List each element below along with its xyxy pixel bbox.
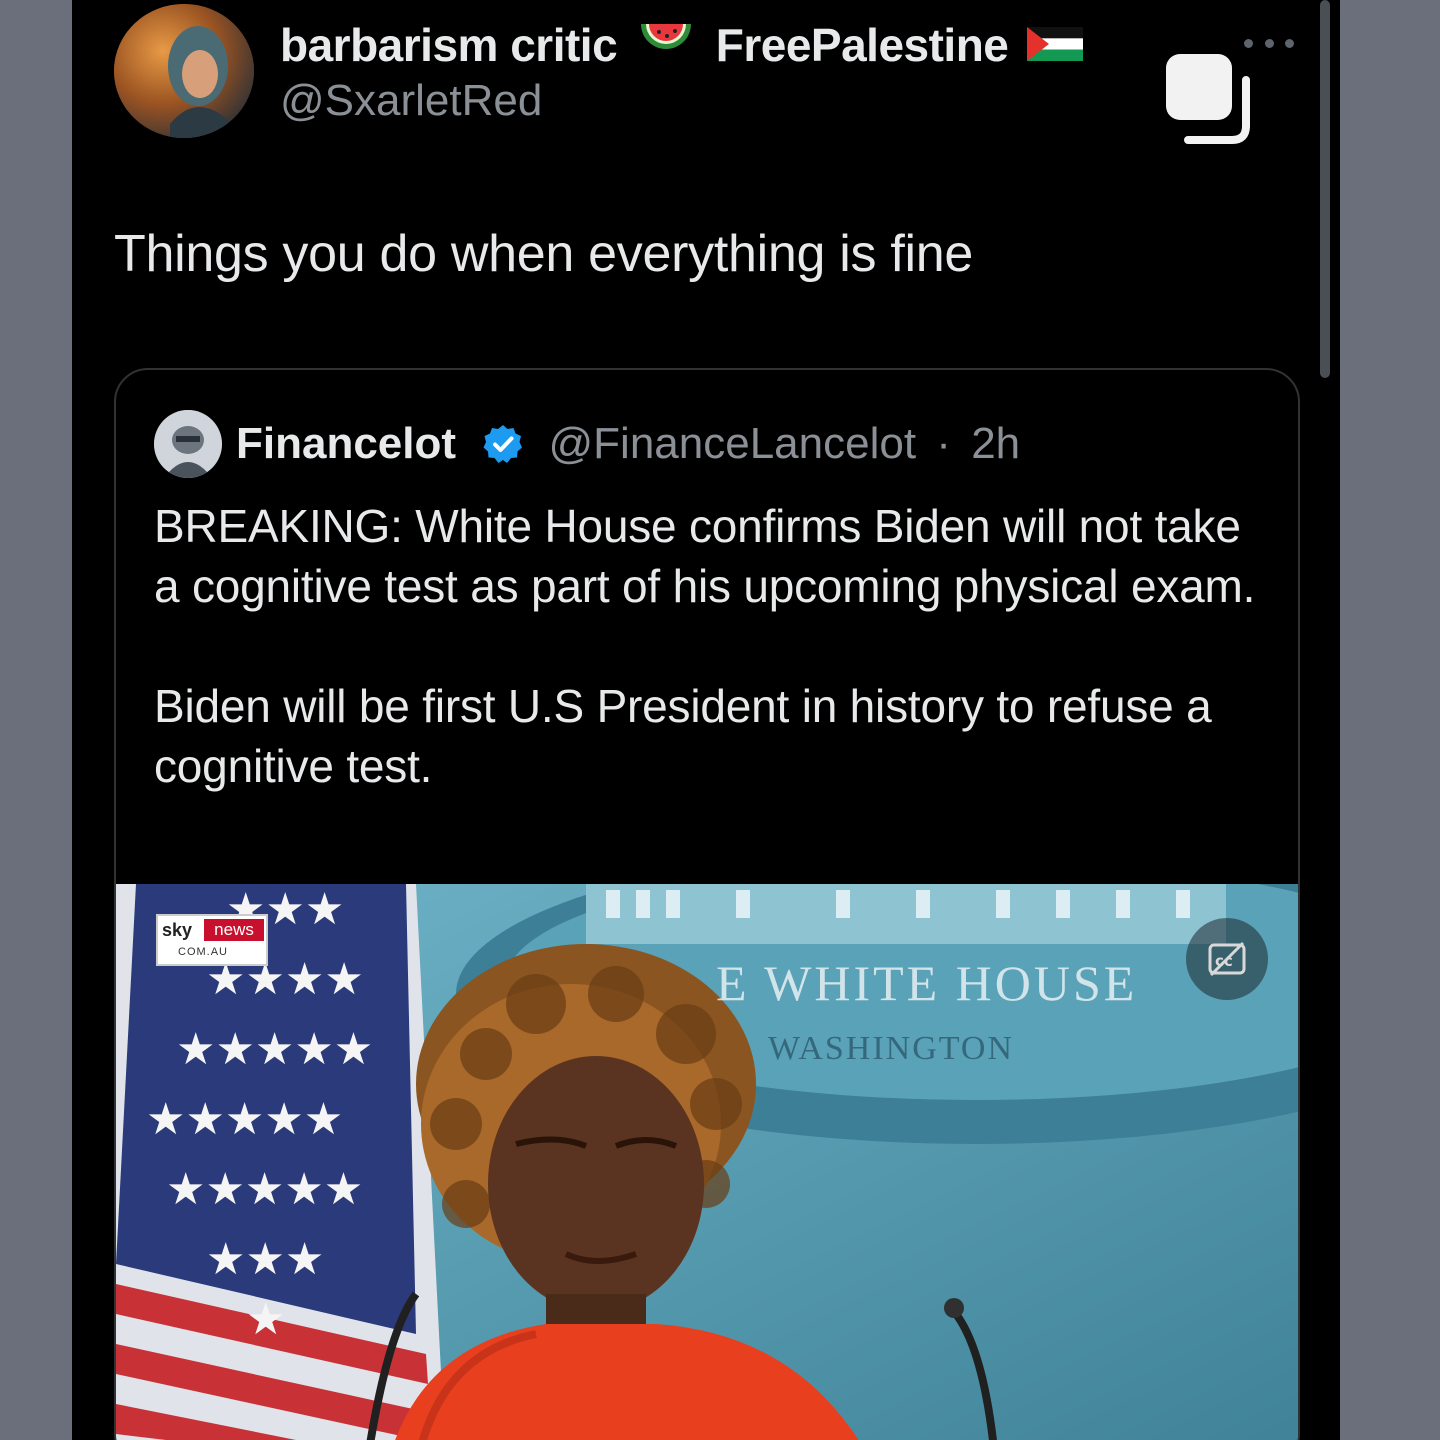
copy-icon[interactable] <box>1162 50 1258 146</box>
avatar[interactable] <box>114 4 254 138</box>
quoted-header: Financelot @FinanceLancelot · 2h <box>236 414 1020 472</box>
user-handle[interactable]: @SxarletRed <box>280 76 542 126</box>
quoted-text: BREAKING: White House confirms Biden wil… <box>154 496 1274 796</box>
display-name-part1: barbarism critic <box>280 18 618 71</box>
cc-icon: cc <box>1208 941 1246 977</box>
scrollbar[interactable] <box>1320 0 1330 378</box>
palestine-flag-icon <box>1026 18 1083 72</box>
watermelon-icon <box>637 16 695 73</box>
quoted-avatar[interactable] <box>154 410 222 478</box>
backdrop-subtitle: WASHINGTON <box>768 1030 1015 1067</box>
display-name-part2: FreePalestine <box>715 18 1009 71</box>
display-name[interactable]: barbarism critic FreePalestine <box>280 14 1091 73</box>
quoted-separator: · <box>936 419 951 469</box>
quoted-media-video[interactable]: ★★★ ★★★★ ★★★★★ ★★★★★ ★★★★★ ★★★ ★ sky new… <box>116 884 1298 1440</box>
svg-text:★★★★★: ★★★★★ <box>176 1024 373 1075</box>
quoted-paragraph-2: Biden will be first U.S President in his… <box>154 680 1212 792</box>
logo-sky-text: sky <box>162 920 193 940</box>
svg-text:★★★: ★★★ <box>206 1234 324 1285</box>
quoted-display-name[interactable]: Financelot <box>236 416 456 472</box>
quoted-timestamp[interactable]: 2h <box>971 416 1020 472</box>
post-header: barbarism critic FreePalestine @SxarletR… <box>72 0 1340 160</box>
backdrop-title: E WHITE HOUSE <box>716 955 1138 1011</box>
quoted-post-card[interactable]: Financelot @FinanceLancelot · 2h BREAKIN… <box>114 368 1300 1440</box>
logo-domain-text: COM.AU <box>178 946 228 958</box>
svg-text:★: ★ <box>246 1294 285 1345</box>
post-text: Things you do when everything is fine <box>114 225 973 283</box>
svg-text:★★★★★: ★★★★★ <box>146 1094 343 1145</box>
quoted-paragraph-1: BREAKING: White House confirms Biden wil… <box>154 500 1256 612</box>
sky-news-logo: sky news COM.AU <box>156 914 268 966</box>
svg-text:★★★★★: ★★★★★ <box>166 1164 363 1215</box>
verified-badge-icon <box>482 423 524 465</box>
phone-screen: barbarism critic FreePalestine @SxarletR… <box>72 0 1340 1440</box>
quoted-handle[interactable]: @FinanceLancelot <box>549 416 917 472</box>
logo-news-text: news <box>204 919 264 941</box>
captions-button[interactable]: cc <box>1186 918 1268 1000</box>
